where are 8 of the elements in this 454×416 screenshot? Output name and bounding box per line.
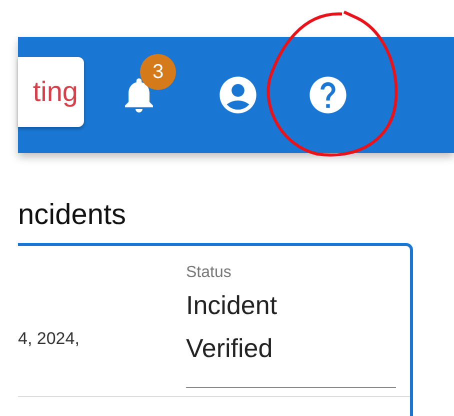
incident-date: 4, 2024, [18,328,80,349]
notifications-button[interactable]: 3 [118,54,176,116]
notification-count: 3 [140,54,176,90]
action-button[interactable]: ting [18,57,84,127]
page-title: ncidents [18,198,128,233]
status-field[interactable]: Status Incident Verified [186,246,396,388]
status-value: Incident Verified [186,288,278,365]
status-label: Status [186,264,232,282]
